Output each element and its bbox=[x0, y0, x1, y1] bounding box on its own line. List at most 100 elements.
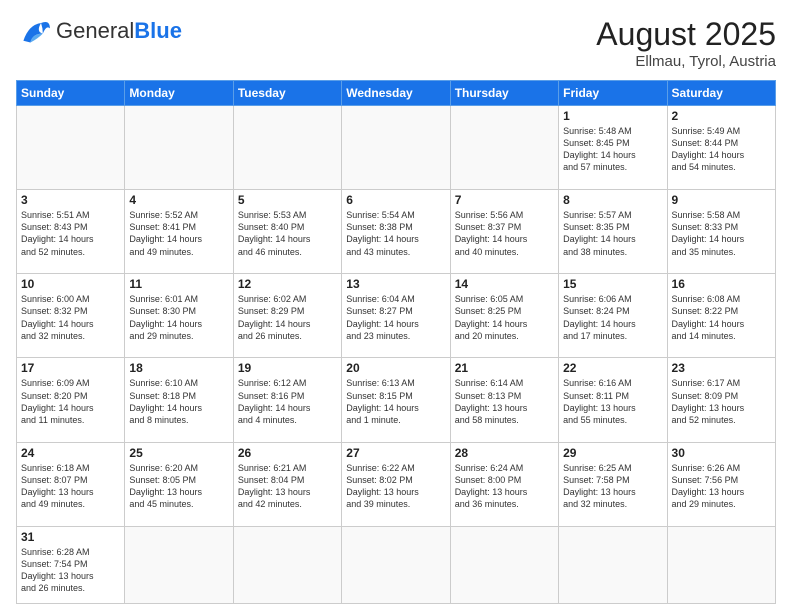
table-row: 14 Sunrise: 6:05 AM Sunset: 8:25 PM Dayli… bbox=[450, 274, 558, 358]
table-row bbox=[233, 526, 341, 603]
day-number: 5 bbox=[238, 193, 337, 207]
day-number: 27 bbox=[346, 446, 445, 460]
day-number: 15 bbox=[563, 277, 662, 291]
table-row: 6Sunrise: 5:54 AM Sunset: 8:38 PM Daylig… bbox=[342, 190, 450, 274]
day-number: 4 bbox=[129, 193, 228, 207]
table-row: 31 Sunrise: 6:28 AM Sunset: 7:54 PM Dayli… bbox=[17, 526, 125, 603]
table-row: 29Sunrise: 6:25 AM Sunset: 7:58 PM Dayli… bbox=[559, 442, 667, 526]
day-number: 3 bbox=[21, 193, 120, 207]
calendar-subtitle: Ellmau, Tyrol, Austria bbox=[596, 53, 776, 70]
day-number: 11 bbox=[129, 277, 228, 291]
day-info: Sunrise: 6:20 AM Sunset: 8:05 PM Dayligh… bbox=[129, 462, 228, 511]
calendar-table: Sunday Monday Tuesday Wednesday Thursday… bbox=[16, 80, 776, 604]
day-number: 23 bbox=[672, 361, 771, 375]
day-info: Sunrise: 6:25 AM Sunset: 7:58 PM Dayligh… bbox=[563, 462, 662, 511]
day-info: Sunrise: 6:28 AM Sunset: 7:54 PM Dayligh… bbox=[21, 546, 120, 595]
day-info: Sunrise: 6:05 AM Sunset: 8:25 PM Dayligh… bbox=[455, 293, 554, 342]
table-row: 2 Sunrise: 5:49 AM Sunset: 8:44 PM Daylig… bbox=[667, 106, 775, 190]
day-number: 22 bbox=[563, 361, 662, 375]
col-friday: Friday bbox=[559, 81, 667, 106]
day-info: Sunrise: 5:54 AM Sunset: 8:38 PM Dayligh… bbox=[346, 209, 445, 258]
table-row: 17Sunrise: 6:09 AM Sunset: 8:20 PM Dayli… bbox=[17, 358, 125, 442]
day-info: Sunrise: 5:48 AM Sunset: 8:45 PM Dayligh… bbox=[563, 125, 662, 174]
logo-icon bbox=[16, 16, 52, 46]
day-number: 21 bbox=[455, 361, 554, 375]
table-row: 10Sunrise: 6:00 AM Sunset: 8:32 PM Dayli… bbox=[17, 274, 125, 358]
day-number: 31 bbox=[21, 530, 120, 544]
table-row: 1Sunrise: 5:48 AM Sunset: 8:45 PM Daylig… bbox=[559, 106, 667, 190]
table-row bbox=[125, 106, 233, 190]
day-info: Sunrise: 6:14 AM Sunset: 8:13 PM Dayligh… bbox=[455, 377, 554, 426]
table-row: 11 Sunrise: 6:01 AM Sunset: 8:30 PM Dayli… bbox=[125, 274, 233, 358]
table-row: 21 Sunrise: 6:14 AM Sunset: 8:13 PM Dayli… bbox=[450, 358, 558, 442]
col-monday: Monday bbox=[125, 81, 233, 106]
logo-text: GeneralBlue bbox=[56, 18, 182, 44]
table-row bbox=[667, 526, 775, 603]
table-row: 24Sunrise: 6:18 AM Sunset: 8:07 PM Dayli… bbox=[17, 442, 125, 526]
day-number: 8 bbox=[563, 193, 662, 207]
day-number: 2 bbox=[672, 109, 771, 123]
table-row: 18Sunrise: 6:10 AM Sunset: 8:18 PM Dayli… bbox=[125, 358, 233, 442]
day-info: Sunrise: 5:56 AM Sunset: 8:37 PM Dayligh… bbox=[455, 209, 554, 258]
table-row bbox=[559, 526, 667, 603]
table-row bbox=[450, 106, 558, 190]
day-info: Sunrise: 5:49 AM Sunset: 8:44 PM Dayligh… bbox=[672, 125, 771, 174]
table-row: 20 Sunrise: 6:13 AM Sunset: 8:15 PM Dayli… bbox=[342, 358, 450, 442]
day-info: Sunrise: 5:51 AM Sunset: 8:43 PM Dayligh… bbox=[21, 209, 120, 258]
day-number: 19 bbox=[238, 361, 337, 375]
day-info: Sunrise: 6:22 AM Sunset: 8:02 PM Dayligh… bbox=[346, 462, 445, 511]
day-number: 17 bbox=[21, 361, 120, 375]
table-row bbox=[342, 526, 450, 603]
day-info: Sunrise: 5:58 AM Sunset: 8:33 PM Dayligh… bbox=[672, 209, 771, 258]
day-info: Sunrise: 6:08 AM Sunset: 8:22 PM Dayligh… bbox=[672, 293, 771, 342]
table-row: 23Sunrise: 6:17 AM Sunset: 8:09 PM Dayli… bbox=[667, 358, 775, 442]
day-info: Sunrise: 5:53 AM Sunset: 8:40 PM Dayligh… bbox=[238, 209, 337, 258]
table-row: 3 Sunrise: 5:51 AM Sunset: 8:43 PM Daylig… bbox=[17, 190, 125, 274]
table-row bbox=[233, 106, 341, 190]
day-number: 14 bbox=[455, 277, 554, 291]
day-number: 30 bbox=[672, 446, 771, 460]
day-number: 7 bbox=[455, 193, 554, 207]
table-row: 28Sunrise: 6:24 AM Sunset: 8:00 PM Dayli… bbox=[450, 442, 558, 526]
table-row: 15 Sunrise: 6:06 AM Sunset: 8:24 PM Dayli… bbox=[559, 274, 667, 358]
table-row bbox=[342, 106, 450, 190]
calendar-body: 1Sunrise: 5:48 AM Sunset: 8:45 PM Daylig… bbox=[17, 106, 776, 604]
day-info: Sunrise: 6:26 AM Sunset: 7:56 PM Dayligh… bbox=[672, 462, 771, 511]
day-info: Sunrise: 6:04 AM Sunset: 8:27 PM Dayligh… bbox=[346, 293, 445, 342]
title-block: August 2025 Ellmau, Tyrol, Austria bbox=[596, 16, 776, 70]
day-info: Sunrise: 6:01 AM Sunset: 8:30 PM Dayligh… bbox=[129, 293, 228, 342]
table-row: 13 Sunrise: 6:04 AM Sunset: 8:27 PM Dayli… bbox=[342, 274, 450, 358]
day-number: 9 bbox=[672, 193, 771, 207]
calendar-header-row: Sunday Monday Tuesday Wednesday Thursday… bbox=[17, 81, 776, 106]
table-row: 19 Sunrise: 6:12 AM Sunset: 8:16 PM Dayli… bbox=[233, 358, 341, 442]
col-sunday: Sunday bbox=[17, 81, 125, 106]
day-info: Sunrise: 6:21 AM Sunset: 8:04 PM Dayligh… bbox=[238, 462, 337, 511]
table-row: 12Sunrise: 6:02 AM Sunset: 8:29 PM Dayli… bbox=[233, 274, 341, 358]
table-row bbox=[125, 526, 233, 603]
day-info: Sunrise: 5:52 AM Sunset: 8:41 PM Dayligh… bbox=[129, 209, 228, 258]
calendar-row: 17Sunrise: 6:09 AM Sunset: 8:20 PM Dayli… bbox=[17, 358, 776, 442]
calendar-row: 31 Sunrise: 6:28 AM Sunset: 7:54 PM Dayli… bbox=[17, 526, 776, 603]
day-number: 24 bbox=[21, 446, 120, 460]
table-row: 16 Sunrise: 6:08 AM Sunset: 8:22 PM Dayli… bbox=[667, 274, 775, 358]
calendar-row: 10Sunrise: 6:00 AM Sunset: 8:32 PM Dayli… bbox=[17, 274, 776, 358]
day-number: 25 bbox=[129, 446, 228, 460]
day-info: Sunrise: 6:12 AM Sunset: 8:16 PM Dayligh… bbox=[238, 377, 337, 426]
calendar-row: 24Sunrise: 6:18 AM Sunset: 8:07 PM Dayli… bbox=[17, 442, 776, 526]
calendar-row: 3 Sunrise: 5:51 AM Sunset: 8:43 PM Daylig… bbox=[17, 190, 776, 274]
day-number: 13 bbox=[346, 277, 445, 291]
table-row: 8Sunrise: 5:57 AM Sunset: 8:35 PM Daylig… bbox=[559, 190, 667, 274]
table-row bbox=[17, 106, 125, 190]
day-info: Sunrise: 6:13 AM Sunset: 8:15 PM Dayligh… bbox=[346, 377, 445, 426]
day-number: 26 bbox=[238, 446, 337, 460]
day-info: Sunrise: 6:06 AM Sunset: 8:24 PM Dayligh… bbox=[563, 293, 662, 342]
table-row: 30 Sunrise: 6:26 AM Sunset: 7:56 PM Dayli… bbox=[667, 442, 775, 526]
col-thursday: Thursday bbox=[450, 81, 558, 106]
day-number: 20 bbox=[346, 361, 445, 375]
day-number: 16 bbox=[672, 277, 771, 291]
header: GeneralBlue August 2025 Ellmau, Tyrol, A… bbox=[16, 16, 776, 70]
table-row: 25 Sunrise: 6:20 AM Sunset: 8:05 PM Dayli… bbox=[125, 442, 233, 526]
table-row: 7 Sunrise: 5:56 AM Sunset: 8:37 PM Daylig… bbox=[450, 190, 558, 274]
day-number: 28 bbox=[455, 446, 554, 460]
col-saturday: Saturday bbox=[667, 81, 775, 106]
